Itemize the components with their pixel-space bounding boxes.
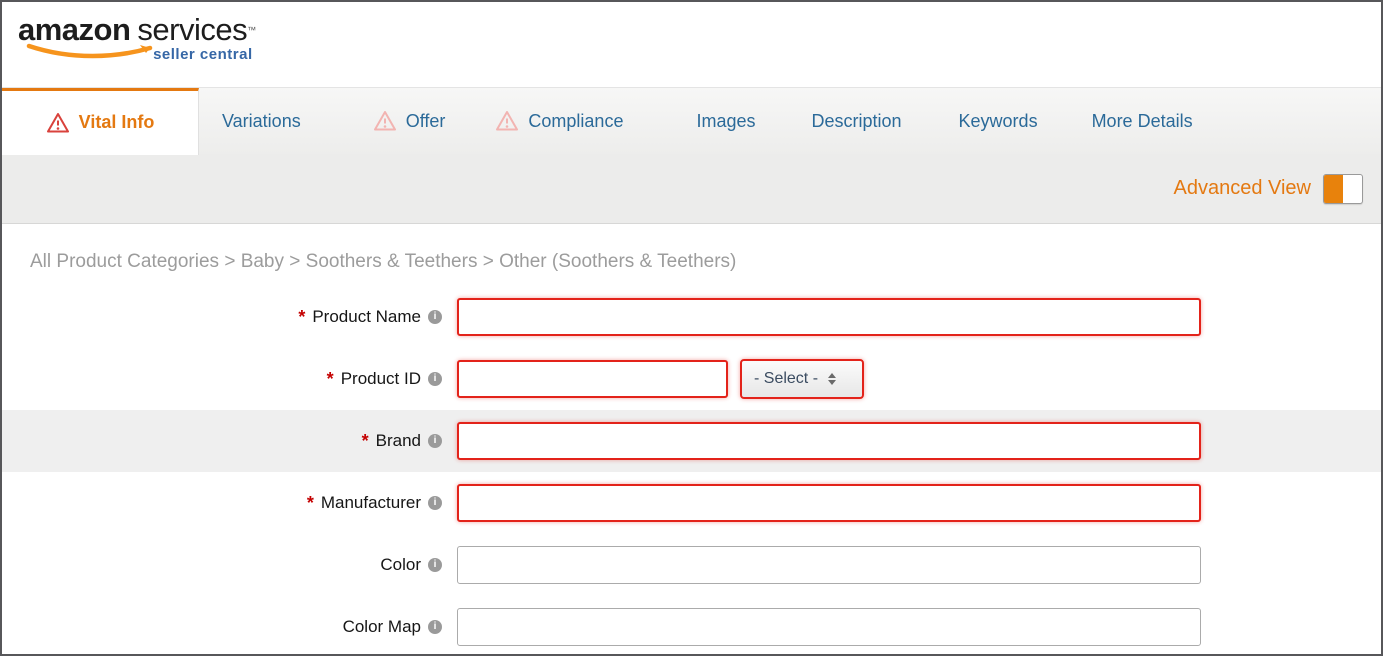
color-map-input[interactable]	[457, 608, 1201, 646]
required-asterisk: *	[327, 369, 334, 390]
tab-bar: Vital Info Variations Offer Compliance I…	[2, 87, 1381, 154]
field-label: * Product Name	[2, 307, 442, 328]
tab-offer[interactable]: Offer	[373, 110, 446, 132]
warning-icon	[373, 110, 397, 132]
info-icon[interactable]	[428, 372, 442, 386]
warning-icon	[46, 112, 70, 134]
field-label: Color Map	[2, 617, 442, 637]
color-input[interactable]	[457, 546, 1201, 584]
tab-label: Variations	[222, 111, 301, 132]
field-label-text: Color	[380, 555, 421, 575]
breadcrumb: All Product Categories > Baby > Soothers…	[2, 224, 1381, 286]
form-row-color: Color	[2, 534, 1381, 596]
field-label: * Manufacturer	[2, 493, 442, 514]
field-label: * Product ID	[2, 369, 442, 390]
tab-label: Vital Info	[79, 112, 155, 133]
field-label: Color	[2, 555, 442, 575]
required-asterisk: *	[307, 493, 314, 514]
field-label-text: Color Map	[343, 617, 421, 637]
select-arrows-icon	[828, 373, 836, 385]
tab-vital-info[interactable]: Vital Info	[2, 88, 199, 155]
product-id-type-select[interactable]: - Select -	[740, 359, 864, 399]
tab-label: Offer	[406, 111, 446, 132]
tab-label: Keywords	[959, 111, 1038, 132]
seller-central-window: amazonservices™ seller central Vital Inf…	[0, 0, 1383, 656]
field-label-text: Manufacturer	[321, 493, 421, 513]
field-label-text: Product ID	[341, 369, 421, 389]
tab-images[interactable]: Images	[696, 111, 755, 132]
field-label-text: Brand	[376, 431, 421, 451]
info-icon[interactable]	[428, 620, 442, 634]
advanced-view-label: Advanced View	[1174, 177, 1312, 200]
form-row-brand: * Brand	[2, 410, 1381, 472]
app-header: amazonservices™ seller central	[2, 2, 1381, 87]
form-row-manufacturer: * Manufacturer	[2, 472, 1381, 534]
product-name-input[interactable]	[457, 298, 1201, 336]
form-row-product-name: * Product Name	[2, 286, 1381, 348]
logo-amazon-text: amazon	[18, 12, 130, 47]
tab-variations[interactable]: Variations	[222, 111, 301, 132]
manufacturer-input[interactable]	[457, 484, 1201, 522]
tab-keywords[interactable]: Keywords	[959, 111, 1038, 132]
tab-more-details[interactable]: More Details	[1092, 111, 1193, 132]
required-asterisk: *	[362, 431, 369, 452]
product-id-input[interactable]	[457, 360, 728, 398]
form-row-color-map: Color Map	[2, 596, 1381, 656]
info-icon[interactable]	[428, 496, 442, 510]
info-icon[interactable]	[428, 434, 442, 448]
warning-icon	[495, 110, 519, 132]
tab-description[interactable]: Description	[811, 111, 901, 132]
brand-input[interactable]	[457, 422, 1201, 460]
form-row-product-id: * Product ID - Select -	[2, 348, 1381, 410]
logo-services-text: services	[137, 12, 247, 47]
toggle-off-state-indicator	[1324, 175, 1343, 203]
amazon-services-logo[interactable]: amazonservices™ seller central	[18, 12, 256, 63]
advanced-view-toggle[interactable]	[1323, 174, 1363, 204]
tab-label: Description	[811, 111, 901, 132]
tab-label: Compliance	[528, 111, 623, 132]
required-asterisk: *	[298, 307, 305, 328]
amazon-smile-icon	[26, 43, 161, 61]
logo-trademark: ™	[247, 25, 256, 35]
vital-info-panel: All Product Categories > Baby > Soothers…	[2, 224, 1381, 656]
tab-label: More Details	[1092, 111, 1193, 132]
info-icon[interactable]	[428, 558, 442, 572]
tab-compliance[interactable]: Compliance	[495, 110, 623, 132]
field-label: * Brand	[2, 431, 442, 452]
advanced-view-bar: Advanced View	[2, 154, 1381, 224]
tab-label: Images	[696, 111, 755, 132]
select-value: - Select -	[754, 370, 818, 388]
field-label-text: Product Name	[312, 307, 421, 327]
info-icon[interactable]	[428, 310, 442, 324]
